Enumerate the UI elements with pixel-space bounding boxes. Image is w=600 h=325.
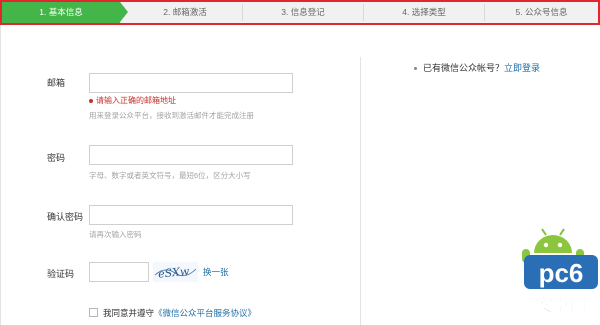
step-account-info: 5. 公众号信息 (485, 2, 598, 23)
step-info-register: 3. 信息登记 (243, 2, 363, 23)
step-basic-info: 1. 基本信息 (2, 2, 120, 23)
step-choose-type: 4. 选择类型 (364, 2, 484, 23)
email-field[interactable] (89, 73, 293, 93)
captcha-label: 验证码 (47, 269, 75, 279)
error-dot-icon (89, 98, 93, 103)
email-hint: 用来登录公众平台，接收到激活邮件才能完成注册 (89, 111, 254, 120)
step-label: 4. 选择类型 (402, 7, 446, 17)
confirm-password-label: 确认密码 (47, 212, 84, 222)
password-label: 密码 (47, 153, 66, 163)
login-now-link[interactable]: 立即登录 (504, 63, 540, 73)
password-hint: 字母、数字或者英文符号，最短6位，区分大小写 (89, 171, 251, 180)
email-error: 请输入正确的邮箱地址 (89, 95, 176, 106)
watermark-caption-text: 安卓网 (536, 295, 587, 316)
agreement-row: 我同意并遵守《微信公众平台服务协议》 (89, 307, 256, 319)
step-label: 1. 基本信息 (39, 7, 83, 17)
confirm-password-field[interactable] (89, 205, 293, 225)
agree-checkbox[interactable] (89, 308, 98, 317)
column-divider (360, 57, 361, 325)
existing-account-prompt: 已有微信公众帐号？立即登录 (414, 61, 540, 74)
captcha-image-graphic: eSXw (154, 264, 197, 281)
email-error-text: 请输入正确的邮箱地址 (96, 96, 176, 105)
email-label: 邮箱 (47, 78, 66, 88)
service-agreement-link[interactable]: 《微信公众平台服务协议》 (154, 308, 256, 318)
captcha-input[interactable] (89, 262, 149, 282)
step-email-activation: 2. 邮箱激活 (128, 2, 242, 23)
existing-account-question: 已有微信公众帐号？ (423, 63, 505, 73)
step-arrow (120, 2, 128, 22)
registration-step-bar: 1. 基本信息 2. 邮箱激活 3. 信息登记 4. 选择类型 5. 公众号信息 (0, 0, 600, 25)
pc6-watermark-logo: pc6 安卓网 (518, 225, 600, 325)
captcha-image-text: eSXw (157, 264, 190, 280)
step-label: 5. 公众号信息 (515, 7, 568, 17)
step-label: 2. 邮箱激活 (163, 7, 207, 17)
confirm-password-hint: 请再次输入密码 (89, 230, 142, 239)
step-label: 3. 信息登记 (281, 7, 325, 17)
refresh-captcha-link[interactable]: 换一张 (203, 266, 229, 278)
bullet-icon (414, 67, 417, 71)
watermark-brand-text: pc6 (539, 258, 584, 288)
captcha-image[interactable]: eSXw (153, 262, 198, 282)
agree-text: 我同意并遵守 (103, 308, 155, 318)
register-page: 邮箱 请输入正确的邮箱地址 用来登录公众平台，接收到激活邮件才能完成注册 密码 … (0, 25, 600, 325)
password-field[interactable] (89, 145, 293, 165)
